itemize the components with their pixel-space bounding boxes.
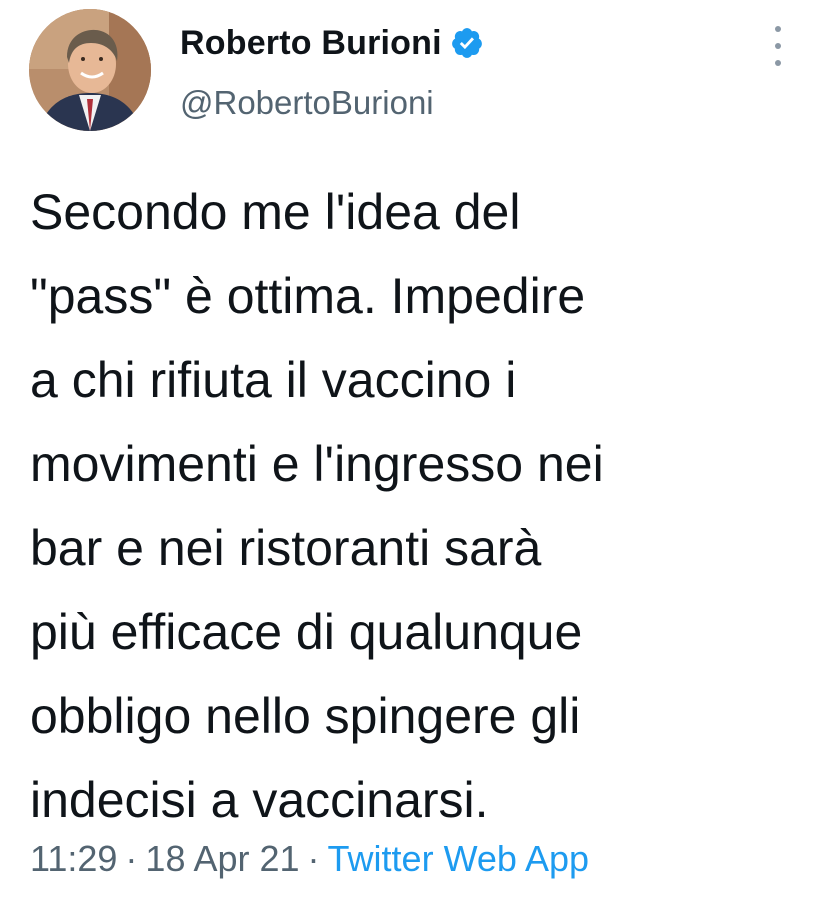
meta-separator: ·: [307, 838, 320, 879]
tweet-card: Roberto Burioni @RobertoBurioni Secondo …: [0, 0, 824, 900]
tweet-time[interactable]: 11:29: [30, 838, 117, 879]
author-handle[interactable]: @RobertoBurioni: [180, 84, 484, 122]
more-dot: [775, 60, 781, 66]
author-info: Roberto Burioni @RobertoBurioni: [180, 20, 484, 122]
tweet-text-line: a chi rifiuta il vaccino i: [30, 352, 517, 408]
tweet-text-line: Secondo me l'idea del: [30, 184, 521, 240]
avatar[interactable]: [29, 9, 151, 131]
tweet-text: Secondo me l'idea del "pass" è ottima. I…: [30, 170, 820, 842]
tweet-date[interactable]: 18 Apr 21: [145, 838, 299, 879]
more-dot: [775, 43, 781, 49]
tweet-text-line: indecisi a vaccinarsi.: [30, 772, 489, 828]
meta-separator: ·: [125, 838, 138, 879]
name-row: Roberto Burioni: [180, 20, 484, 66]
tweet-text-line: movimenti e l'ingresso nei: [30, 436, 604, 492]
verified-badge-icon: [450, 26, 484, 60]
tweet-text-line: più efficace di qualunque: [30, 604, 583, 660]
tweet-meta: 11:29 · 18 Apr 21 · Twitter Web App: [30, 838, 589, 880]
more-dot: [775, 26, 781, 32]
author-display-name[interactable]: Roberto Burioni: [180, 24, 442, 63]
more-vertical-icon[interactable]: [768, 26, 788, 66]
tweet-text-line: obbligo nello spingere gli: [30, 688, 581, 744]
tweet-source-link[interactable]: Twitter Web App: [328, 838, 589, 879]
tweet-text-line: "pass" è ottima. Impedire: [30, 268, 586, 324]
tweet-text-line: bar e nei ristoranti sarà: [30, 520, 542, 576]
